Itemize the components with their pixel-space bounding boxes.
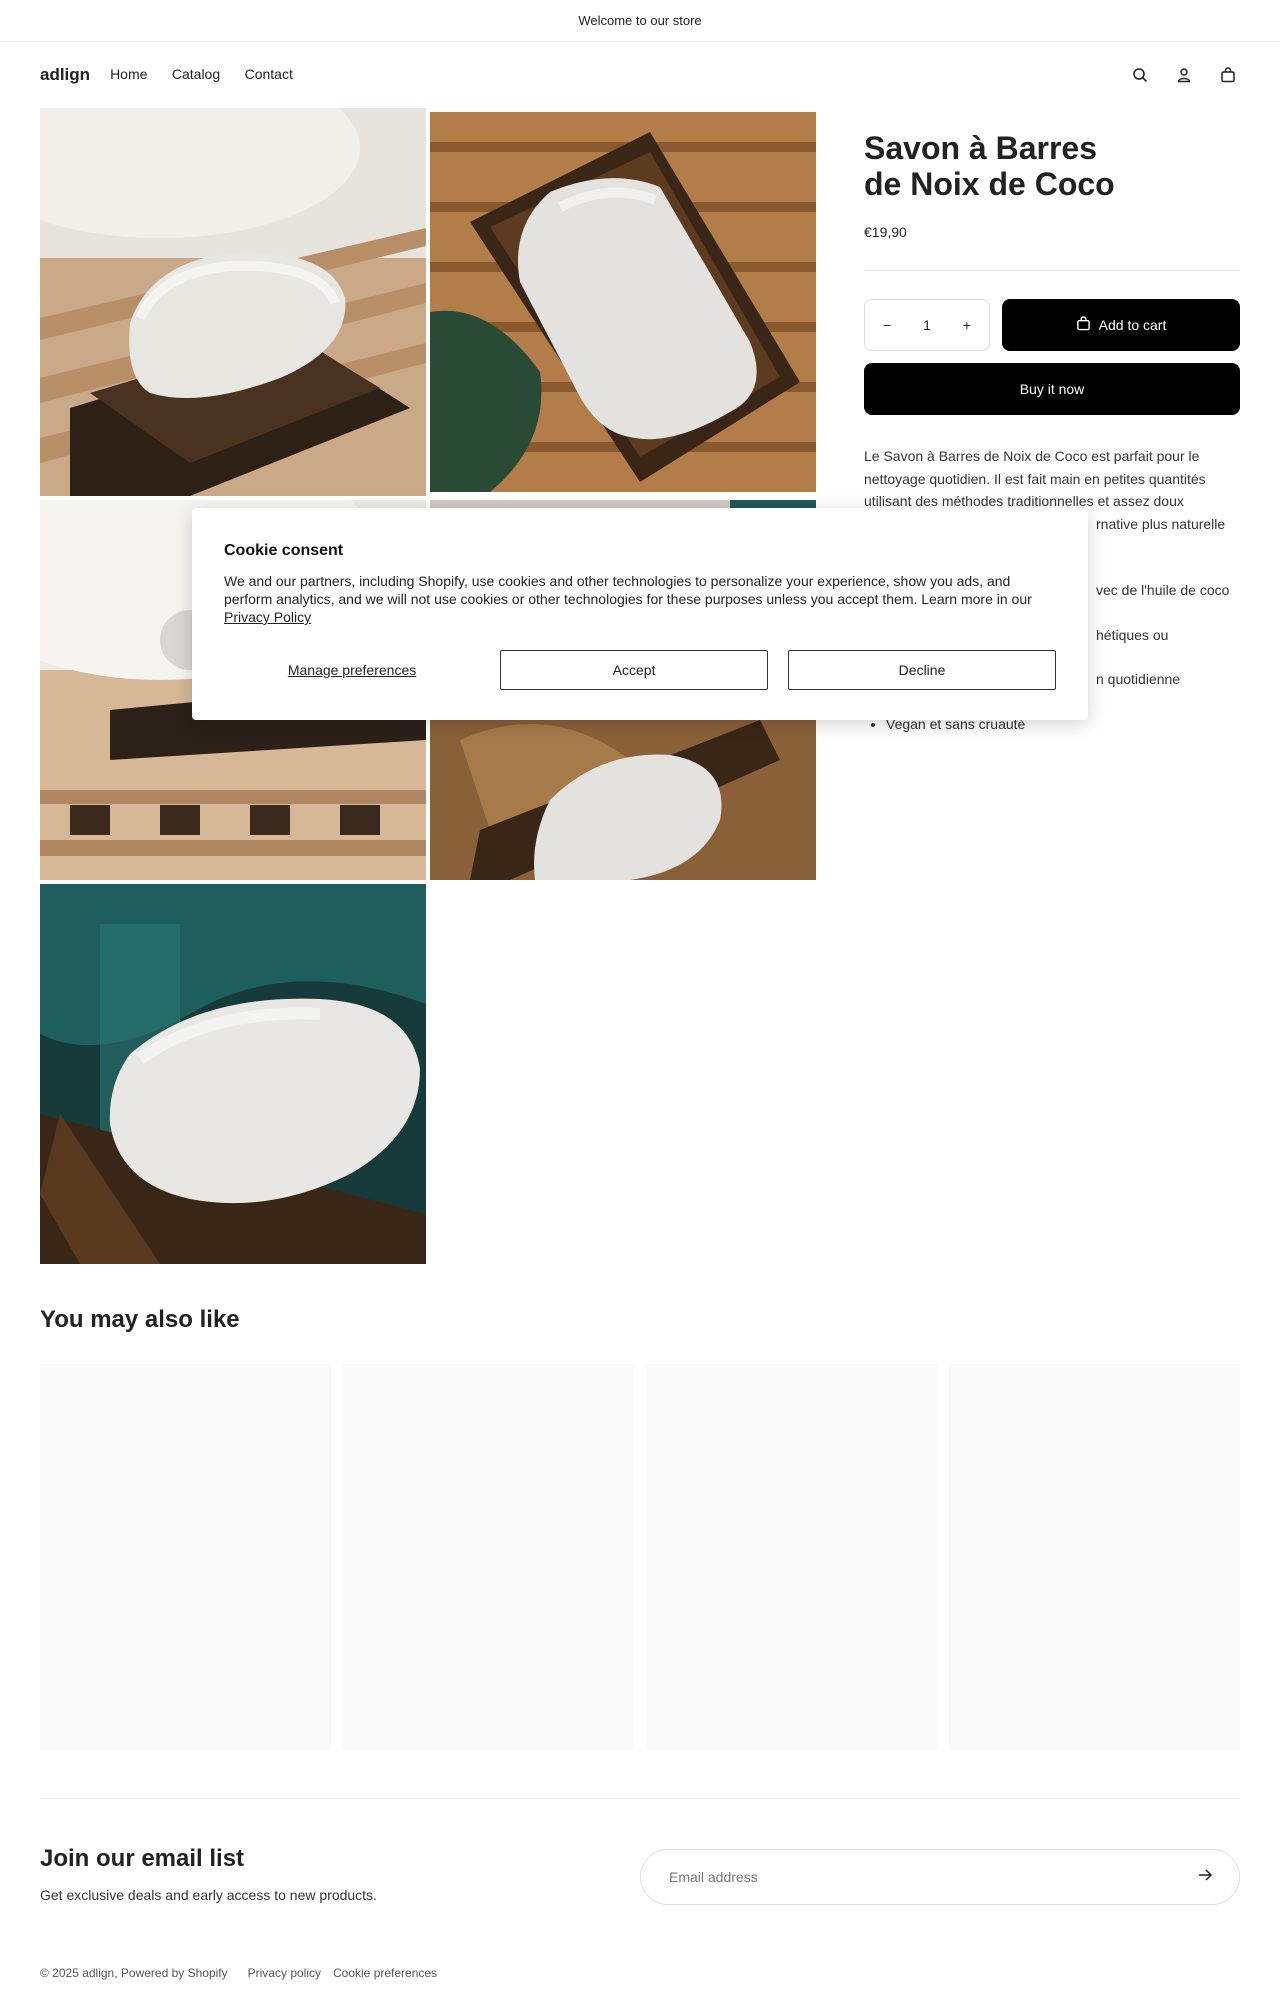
buy-row: − 1 + Add to cart (864, 299, 1240, 351)
product-image-1[interactable] (40, 108, 426, 496)
newsletter-subtitle: Get exclusive deals and early access to … (40, 1887, 377, 1903)
copyright: © 2025 adlign, Powered by Shopify (40, 1966, 228, 1980)
add-to-cart-label: Add to cart (1098, 317, 1167, 333)
accept-button[interactable]: Accept (500, 650, 769, 690)
newsletter-section: Join our email list Get exclusive deals … (40, 1798, 1240, 1905)
site-header: adlign Home Catalog Contact (0, 42, 1280, 108)
search-icon[interactable] (1128, 63, 1152, 87)
nav-contact[interactable]: Contact (245, 66, 293, 82)
announcement-bar: Welcome to our store (0, 0, 1280, 42)
related-title: You may also like (40, 1306, 240, 1333)
nav-home[interactable]: Home (110, 66, 147, 82)
product-card-placeholder[interactable] (949, 1364, 1240, 1750)
newsletter-title: Join our email list (40, 1845, 245, 1872)
quantity-value[interactable]: 1 (923, 317, 931, 333)
product-image-5[interactable] (40, 884, 426, 1264)
buy-now-button[interactable]: Buy it now (864, 363, 1240, 415)
footer-links: Privacy policy Cookie preferences (248, 1966, 437, 1980)
email-input[interactable] (669, 1869, 1149, 1885)
plus-icon[interactable]: + (963, 317, 971, 333)
add-to-cart-button[interactable]: Add to cart (1002, 299, 1240, 351)
related-cards (40, 1364, 1240, 1750)
product-price: €19,90 (864, 224, 907, 240)
product-image-2[interactable] (430, 112, 816, 492)
cart-add-icon (1076, 316, 1091, 334)
footer-cookie-link[interactable]: Cookie preferences (333, 1966, 437, 1980)
nav-catalog[interactable]: Catalog (172, 66, 220, 82)
divider (864, 270, 1240, 271)
announcement-text: Welcome to our store (578, 13, 702, 28)
account-icon[interactable] (1172, 63, 1196, 87)
product-card-placeholder[interactable] (343, 1364, 634, 1750)
description-text: Le Savon à Barres de Noix de Coco est pa… (864, 448, 1206, 509)
buy-now-label: Buy it now (1019, 381, 1085, 397)
product-card-placeholder[interactable] (40, 1364, 331, 1750)
logo[interactable]: adlign (40, 65, 90, 85)
main-nav: Home Catalog Contact (110, 66, 313, 84)
email-field (640, 1849, 1240, 1905)
cart-icon[interactable] (1216, 63, 1240, 87)
privacy-policy-link[interactable]: Privacy Policy (224, 609, 311, 625)
product-title: Savon à Barres de Noix de Coco (864, 130, 1115, 202)
cookie-actions: Manage preferences Accept Decline (224, 650, 1056, 690)
cookie-body: We and our partners, including Shopify, … (224, 572, 1044, 626)
quantity-stepper: − 1 + (864, 299, 990, 351)
minus-icon[interactable]: − (883, 317, 891, 333)
cookie-title: Cookie consent (224, 542, 344, 559)
site-footer: © 2025 adlign, Powered by Shopify Privac… (40, 1966, 437, 1980)
decline-button[interactable]: Decline (788, 650, 1056, 690)
arrow-right-icon[interactable] (1197, 1867, 1213, 1888)
product-card-placeholder[interactable] (646, 1364, 937, 1750)
manage-preferences-link[interactable]: Manage preferences (224, 662, 480, 678)
cookie-body-text: We and our partners, including Shopify, … (224, 573, 1032, 607)
header-icons (1128, 63, 1240, 87)
related-products: You may also like (40, 1306, 1240, 1750)
cookie-consent-dialog: Cookie consent We and our partners, incl… (192, 508, 1088, 720)
footer-privacy-link[interactable]: Privacy policy (248, 1966, 321, 1980)
